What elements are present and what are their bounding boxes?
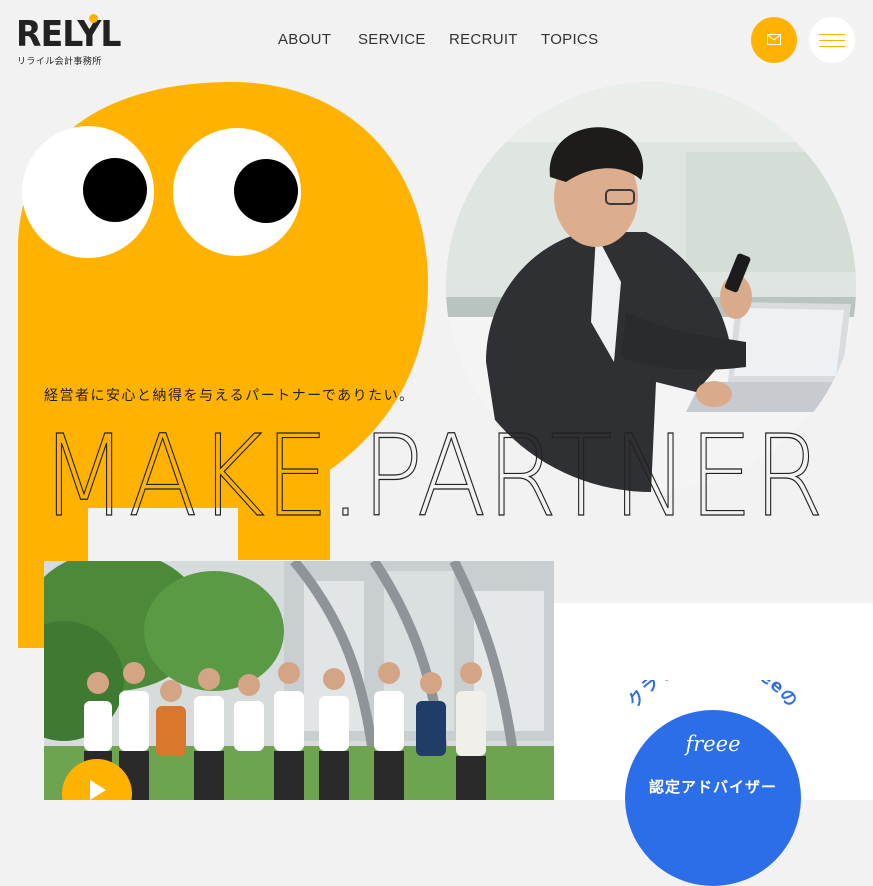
team-photo-illustration xyxy=(44,561,554,800)
envelope-icon xyxy=(767,34,781,45)
hero-photo-illustration xyxy=(446,82,856,492)
freee-logo: freee xyxy=(685,732,741,756)
site-header: RELYL リライル会計事務所 ABOUT SERVICE RECRUIT TO… xyxy=(0,0,873,80)
badge-arc-label: クラウド会計freeeの xyxy=(624,680,801,712)
badge-label: 認定アドバイザー xyxy=(648,778,777,796)
team-photo xyxy=(44,561,554,800)
nav-about[interactable]: ABOUT xyxy=(278,31,331,48)
play-icon xyxy=(90,780,106,800)
contact-mail-button[interactable] xyxy=(751,17,797,63)
logo-dot xyxy=(89,14,98,23)
mascot-eye-right xyxy=(173,128,301,256)
hamburger-icon-bar xyxy=(819,46,845,47)
svg-text:クラウド会計freeeの: クラウド会計freeeの xyxy=(624,680,802,712)
badge-circle: freee 認定アドバイザー xyxy=(625,710,801,886)
logo-subtitle: リライル会計事務所 xyxy=(17,57,102,67)
nav-recruit[interactable]: RECRUIT xyxy=(449,31,518,48)
hero-photo xyxy=(446,82,856,492)
nav-topics[interactable]: TOPICS xyxy=(541,31,598,48)
site-logo[interactable]: RELYL リライル会計事務所 xyxy=(16,14,121,70)
hamburger-menu-button[interactable] xyxy=(809,17,855,63)
hamburger-icon xyxy=(819,34,845,35)
freee-advisor-badge[interactable]: クラウド会計freeeの freee 認定アドバイザー xyxy=(608,680,818,886)
nav-service[interactable]: SERVICE xyxy=(358,31,426,48)
hero-tagline: 経営者に安心と納得を与えるパートナーでありたい。 xyxy=(44,388,415,404)
logo-wordmark: RELYL xyxy=(16,14,121,55)
hamburger-icon-bar xyxy=(819,40,845,41)
mascot-eye-left xyxy=(22,126,154,258)
